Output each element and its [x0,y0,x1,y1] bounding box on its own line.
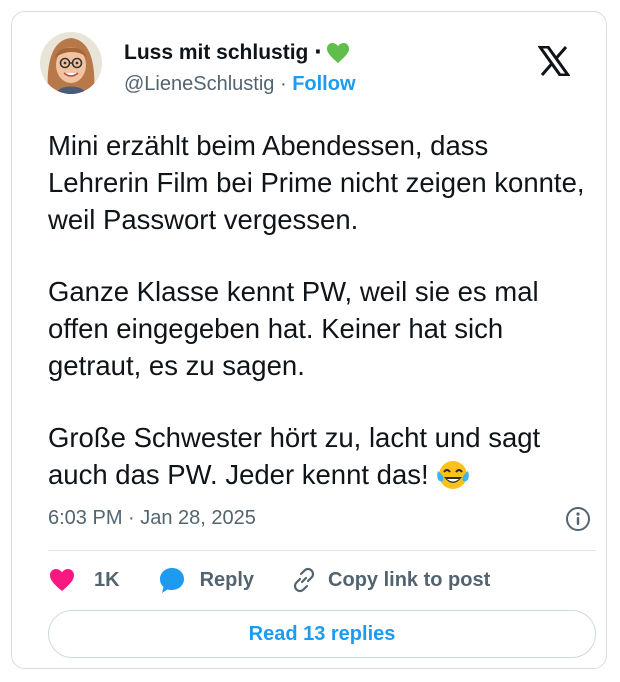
author-name-row[interactable]: Luss mit schlustig ‧ [124,40,356,66]
actions-bar: 1K Reply Copy link to post [48,564,490,596]
author-display-name[interactable]: Luss mit schlustig ‧ [124,40,322,66]
author-handle[interactable]: @LieneSchlustig [124,73,274,95]
reply-bubble-icon [159,568,184,593]
tweet-paragraph: Ganze Klasse kennt PW, weil sie es mal o… [48,276,539,381]
reply-label: Reply [199,568,255,591]
like-count: 1K [94,568,120,591]
x-logo-icon[interactable] [538,46,570,76]
tweet-paragraph-last: Große Schwester hört zu, lacht und sagt … [48,419,593,493]
tweet-text: Mini erzählt beim Abendessen, dass Lehre… [48,127,593,493]
green-heart-icon [326,43,349,63]
divider [48,550,596,551]
tweet-timestamp[interactable]: 6:03 PM · Jan 28, 2025 [48,507,256,530]
tweet-paragraph: Mini erzählt beim Abendessen, dass Lehre… [48,130,585,235]
separator-dot: · [279,73,287,95]
reply-button[interactable]: Reply [158,566,254,594]
laughing-tears-emoji-icon [437,461,470,489]
like-button[interactable]: 1K [48,567,120,593]
handle-row: @LieneSchlustig · Follow [124,72,356,96]
link-icon [293,567,315,593]
copy-link-button[interactable]: Copy link to post [290,566,490,594]
avatar[interactable] [40,32,102,94]
follow-button[interactable]: Follow [292,73,355,95]
info-icon[interactable] [565,506,591,532]
copy-link-label: Copy link to post [328,568,491,591]
heart-icon [50,569,74,591]
author-block: Luss mit schlustig ‧ @LieneSchlustig · F… [124,40,356,96]
tweet-card: Luss mit schlustig ‧ @LieneSchlustig · F… [11,11,607,669]
read-replies-button[interactable]: Read 13 replies [48,610,596,658]
